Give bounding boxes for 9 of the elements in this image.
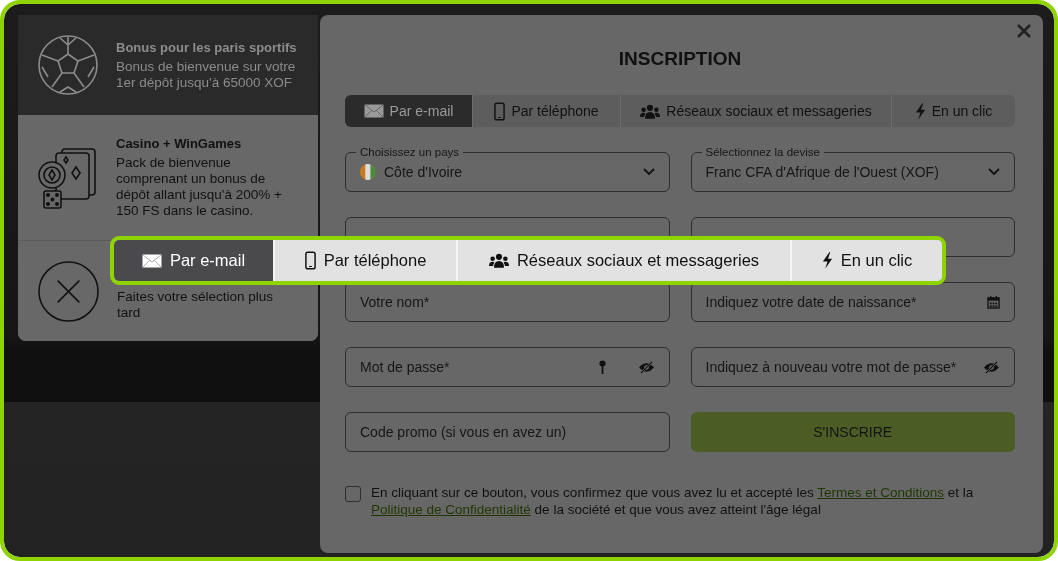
field-label: Sélectionnez la devise <box>701 145 824 159</box>
bonus-description: Faites votre sélection plus tard <box>117 289 275 321</box>
bonus-description: Pack de bienvenue comprenant un bonus de dépôt allant jusqu'à 200% + 150 FS dans le casino. <box>116 155 283 219</box>
bonus-title: Casino + WinGames <box>116 136 243 152</box>
bonus-title: Bonus pour les paris sportifs <box>116 39 298 56</box>
consent-text: En cliquant sur ce bouton, vous confirmez que vous avez lu et accepté les Termes et Conditions et la Politique de Confidentialité de la société et que vous avez atteint l'âge légal <box>371 484 975 518</box>
bonus-description: Bonus de bienvenue sur votre 1er dépôt jusqu'à 65000 XOF <box>116 58 297 91</box>
field-label: Choisissez un pays <box>356 145 464 159</box>
dialog-title: INSCRIPTION <box>617 47 743 71</box>
